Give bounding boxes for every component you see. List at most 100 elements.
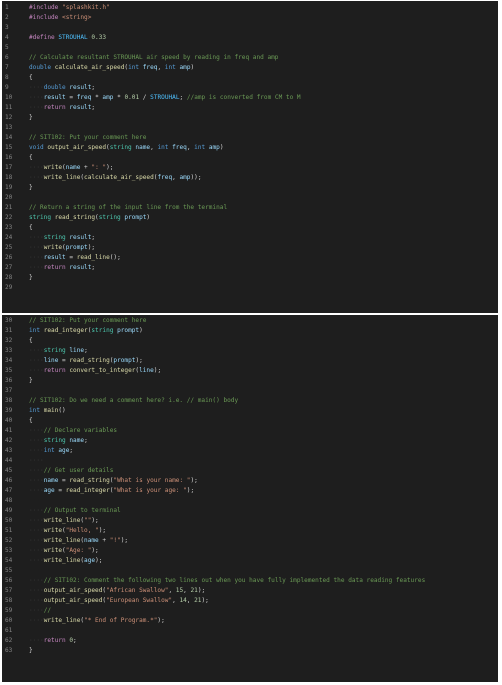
code-line[interactable]: 39 int main() <box>2 406 498 416</box>
line-number: 57 <box>5 587 13 594</box>
code-line[interactable]: 15 void output_air_speed(string name, int… <box>2 143 498 153</box>
code-text: int read_integer(string prompt) <box>29 326 143 336</box>
line-number: 2 <box>5 14 9 21</box>
code-line[interactable]: 42 ····string name; <box>2 436 498 446</box>
code-text: ····result = read_line(); <box>29 253 121 263</box>
code-line[interactable]: 44 ···· <box>2 456 498 466</box>
code-token: "Hello, " <box>65 527 99 534</box>
code-token: "African Swallow" <box>106 587 169 594</box>
line-number: 16 <box>5 154 13 161</box>
code-line[interactable]: 47 ····age = read_integer("What is your a… <box>2 486 498 496</box>
code-token: + <box>98 537 110 544</box>
code-line[interactable]: 2 #include <string> <box>2 13 498 23</box>
code-line[interactable]: 27 ····return result; <box>2 263 498 273</box>
code-text: #define STROUHAL·0.33 <box>29 33 106 43</box>
line-number: 46 <box>5 477 13 484</box>
code-text: ····write_line(age); <box>29 556 102 566</box>
code-line[interactable]: 48 <box>2 496 498 506</box>
code-token: freq <box>76 94 92 101</box>
code-line[interactable]: 28} <box>2 273 498 283</box>
code-line[interactable]: 58 ····output_air_speed("European Swallow… <box>2 596 498 606</box>
code-line[interactable]: 32 { <box>2 336 498 346</box>
code-line[interactable]: 7 double calculate_air_speed(int freq, in… <box>2 63 498 73</box>
code-line[interactable]: 23 { <box>2 223 498 233</box>
code-token: 21 <box>190 587 198 594</box>
code-line[interactable]: 12} <box>2 113 498 123</box>
code-line[interactable]: 21 // Return a string of the input line f… <box>2 203 498 213</box>
code-line[interactable]: 49 ····// Output to terminal <box>2 506 498 516</box>
code-token: result <box>43 94 66 101</box>
code-line[interactable]: 18 ····write_line(calculate_air_speed(fre… <box>2 173 498 183</box>
code-token: // Calculate resultant STROUHAL air spee… <box>29 54 279 61</box>
code-text: } <box>29 183 33 193</box>
code-token: "European Swallow" <box>106 597 173 604</box>
code-line[interactable]: 50 ····write_line(""); <box>2 516 498 526</box>
code-line[interactable]: 35 ····return convert_to_integer(line); <box>2 366 498 376</box>
line-number: 14 <box>5 134 13 141</box>
code-line[interactable]: 10 ····result = freq * amp * 0.01 / STROU… <box>2 93 498 103</box>
line-number: 41 <box>5 427 13 434</box>
code-line[interactable]: 9 ····double result; <box>2 83 498 93</box>
code-text: void output_air_speed(string name, int f… <box>29 143 224 153</box>
code-line[interactable]: 26 ····result = read_line(); <box>2 253 498 263</box>
code-line[interactable]: 14 // SIT102: Put your comment here <box>2 133 498 143</box>
code-line[interactable]: 17 ····write(name + ": "); <box>2 163 498 173</box>
code-line[interactable]: 46 ····name = read_string("What is your n… <box>2 476 498 486</box>
code-line[interactable]: 24 ····string result; <box>2 233 498 243</box>
code-line[interactable]: 45 ····// Get user details <box>2 466 498 476</box>
code-line[interactable]: 4 #define STROUHAL·0.33 <box>2 33 498 43</box>
code-line[interactable]: 56 ····// SIT102: Comment the following t… <box>2 576 498 586</box>
code-token: ···· <box>29 427 44 434</box>
code-line[interactable]: 37 <box>2 386 498 396</box>
code-line[interactable]: 8{ <box>2 73 498 83</box>
code-line[interactable]: 20 <box>2 193 498 203</box>
code-token: write <box>43 547 63 554</box>
line-number: 27 <box>5 264 13 271</box>
code-token: string <box>109 144 136 151</box>
code-line[interactable]: 6 // Calculate resultant STROUHAL air spe… <box>2 53 498 63</box>
code-line[interactable]: 41 ····// Declare variables <box>2 426 498 436</box>
code-line[interactable]: 57 ····output_air_speed("African Swallow"… <box>2 586 498 596</box>
code-line[interactable]: 53 ····write("Age: "); <box>2 546 498 556</box>
code-line[interactable]: 62 ····return 0; <box>2 636 498 646</box>
code-text: { <box>29 223 33 233</box>
code-line[interactable]: 25 ····write(prompt); <box>2 243 498 253</box>
code-editor-panel-top[interactable]: 1 #include "splashkit.h" 2 #include <string… <box>2 1 498 313</box>
code-token: write_line <box>43 517 81 524</box>
code-line[interactable]: 16 { <box>2 153 498 163</box>
code-line[interactable]: 33 ····string line; <box>2 346 498 356</box>
code-line[interactable]: 5 <box>2 43 498 53</box>
code-token: ); <box>95 557 103 564</box>
code-line[interactable]: 63} <box>2 646 498 656</box>
code-line[interactable]: 19} <box>2 183 498 193</box>
code-token: ; <box>73 637 77 644</box>
code-line[interactable]: 29 <box>2 283 498 293</box>
code-line[interactable]: 13 <box>2 123 498 133</box>
code-line[interactable]: 1 #include "splashkit.h" <box>2 3 498 13</box>
code-line[interactable]: 30 // SIT102: Put your comment here <box>2 316 498 326</box>
code-token: prompt <box>117 327 140 334</box>
code-line[interactable]: 31 int read_integer(string prompt) <box>2 326 498 336</box>
code-line[interactable]: 59 ····// <box>2 606 498 616</box>
code-line[interactable]: 43 ····int age; <box>2 446 498 456</box>
code-text: ····return convert_to_integer(line); <box>29 366 161 376</box>
code-line[interactable]: 3 <box>2 23 498 33</box>
code-line[interactable]: 40 { <box>2 416 498 426</box>
code-line[interactable]: 11 ····return result; <box>2 103 498 113</box>
code-text: ····string line; <box>29 346 88 356</box>
code-line[interactable]: 34 ····line = read_string(prompt); <box>2 356 498 366</box>
code-line[interactable]: 60 ····write_line("* End of Program.*"); <box>2 616 498 626</box>
code-line[interactable]: 52 ····write_line(name + "!"); <box>2 536 498 546</box>
code-token: "splashkit.h" <box>62 4 110 11</box>
code-line[interactable]: 61 <box>2 626 498 636</box>
code-line[interactable]: 51 ····write("Hello, "); <box>2 526 498 536</box>
code-line[interactable]: 55 <box>2 566 498 576</box>
code-line[interactable]: 22 string read_string(string prompt) <box>2 213 498 223</box>
code-line[interactable]: 38 // SIT102: Do we need a comment here? … <box>2 396 498 406</box>
code-line[interactable]: 54 ····write_line(age); <box>2 556 498 566</box>
code-token: ···· <box>29 357 44 364</box>
code-line[interactable]: 36} <box>2 376 498 386</box>
code-editor-panel-bottom[interactable]: 30 // SIT102: Put your comment here 31 int … <box>2 315 498 682</box>
code-token: ···· <box>29 607 44 614</box>
code-token: ); <box>106 164 114 171</box>
